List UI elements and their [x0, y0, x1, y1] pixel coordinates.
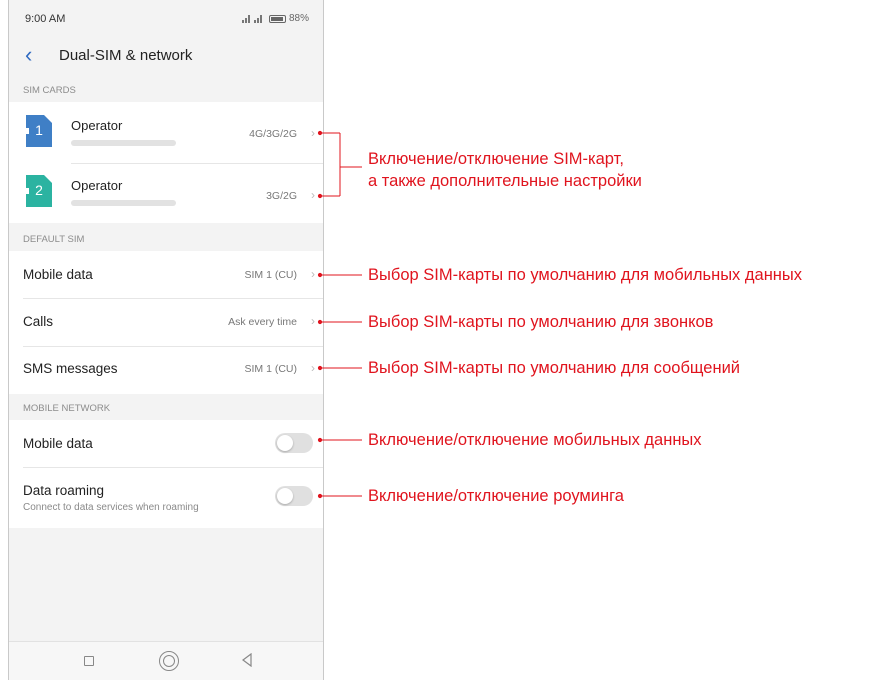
sim-card-1-icon: 1	[26, 115, 52, 147]
sim-operator-name: Operator	[71, 118, 123, 133]
default-sms-row[interactable]: SMS messages SIM 1 (CU) ›	[9, 347, 323, 394]
default-sim-card: Mobile data SIM 1 (CU) › Calls Ask every…	[9, 251, 323, 394]
section-header-sim-cards: SIM CARDS	[23, 85, 76, 96]
annotation-mobile-data-toggle: Включение/отключение мобильных данных	[368, 431, 702, 449]
battery-icon	[268, 14, 286, 23]
toggle-knob	[277, 435, 293, 451]
mobile-data-toggle[interactable]	[275, 433, 313, 453]
signal-icon	[241, 14, 251, 23]
annotation-roaming-toggle: Включение/отключение роуминга	[368, 487, 624, 505]
sim-phone-number-redacted	[71, 200, 176, 206]
row-label: Mobile data	[23, 267, 93, 282]
page-title: Dual-SIM & network	[59, 47, 193, 64]
sim-card-row-2[interactable]: 2 Operator 3G/2G ›	[9, 164, 323, 223]
data-roaming-toggle[interactable]	[275, 486, 313, 506]
chevron-right-icon: ›	[311, 188, 315, 202]
sim-card-row-1[interactable]: 1 Operator 4G/3G/2G ›	[9, 102, 323, 163]
row-label: Data roaming	[23, 483, 105, 498]
phone-screen: 9:00 AM 88% ‹ Dual-SIM & network SIM CAR…	[8, 0, 324, 680]
row-value: Ask every time	[228, 316, 297, 328]
chevron-right-icon: ›	[311, 314, 315, 328]
row-sublabel: Connect to data services when roaming	[23, 502, 199, 513]
status-bar: 9:00 AM 88%	[9, 0, 323, 36]
title-bar: ‹ Dual-SIM & network	[9, 36, 323, 76]
annotation-sim-toggle-line1: Включение/отключение SIM-карт,	[368, 150, 624, 168]
section-header-default-sim: DEFAULT SIM	[23, 234, 85, 245]
navigation-bar	[9, 641, 323, 680]
default-mobile-data-row[interactable]: Mobile data SIM 1 (CU) ›	[9, 251, 323, 298]
mobile-data-row: Mobile data	[9, 420, 323, 467]
signal-icon	[253, 14, 263, 23]
section-header-mobile-network: MOBILE NETWORK	[23, 403, 111, 414]
chevron-right-icon: ›	[311, 267, 315, 281]
sim-network-type: 4G/3G/2G	[249, 128, 297, 140]
home-icon[interactable]	[159, 651, 179, 671]
annotation-sim-toggle: Включение/отключение SIM-карт, а также д…	[368, 148, 642, 192]
row-label: Mobile data	[23, 436, 93, 451]
row-label: SMS messages	[23, 361, 118, 376]
sim-number: 2	[35, 182, 43, 198]
default-calls-row[interactable]: Calls Ask every time ›	[9, 299, 323, 346]
row-value: SIM 1 (CU)	[244, 269, 298, 281]
recent-apps-icon[interactable]	[84, 656, 94, 666]
row-value: SIM 1 (CU)	[244, 363, 298, 375]
toggle-knob	[277, 488, 293, 504]
sim-cards-card: 1 Operator 4G/3G/2G › 2 Operator 3G/2G ›	[9, 102, 323, 223]
battery-percent: 88%	[288, 13, 309, 24]
back-arrow-icon[interactable]: ‹	[25, 44, 32, 66]
sim-operator-name: Operator	[71, 178, 123, 193]
row-label: Calls	[23, 314, 54, 329]
system-icons: 88%	[241, 13, 309, 24]
sim-phone-number-redacted	[71, 140, 176, 146]
sim-number: 1	[35, 122, 43, 138]
mobile-network-card: Mobile data Data roaming Connect to data…	[9, 420, 323, 528]
annotation-default-calls: Выбор SIM-карты по умолчанию для звонков	[368, 313, 714, 331]
data-roaming-row: Data roaming Connect to data services wh…	[9, 468, 323, 528]
chevron-right-icon: ›	[311, 126, 315, 140]
back-triangle-icon[interactable]	[241, 652, 253, 672]
annotation-sim-toggle-line2: а также дополнительные настройки	[368, 172, 642, 190]
sim-card-2-icon: 2	[26, 175, 52, 207]
annotation-default-sms: Выбор SIM-карты по умолчанию для сообщен…	[368, 359, 741, 377]
chevron-right-icon: ›	[311, 361, 315, 375]
annotation-default-data: Выбор SIM-карты по умолчанию для мобильн…	[368, 266, 803, 284]
status-time: 9:00 AM	[25, 13, 66, 25]
sim-network-type: 3G/2G	[266, 190, 297, 202]
